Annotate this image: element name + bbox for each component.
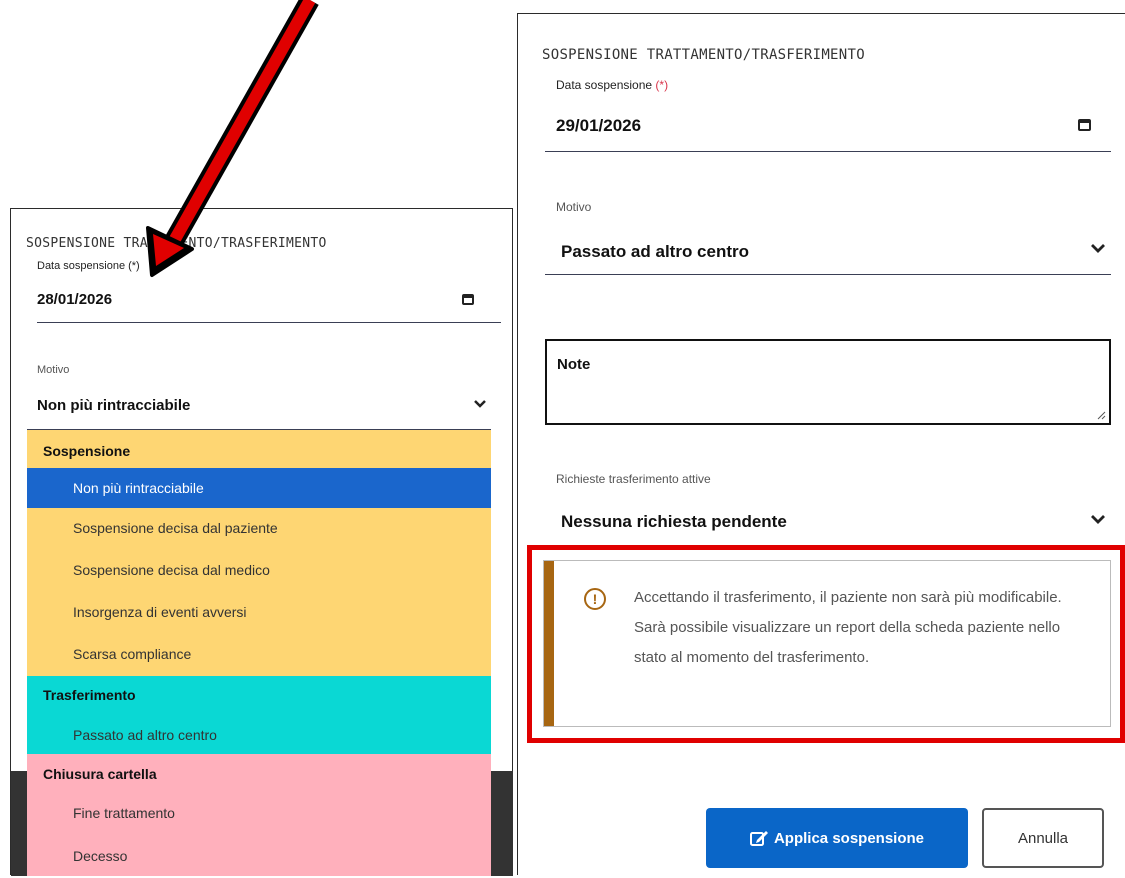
calendar-icon[interactable] [462, 294, 474, 305]
transfer-requests-label: Richieste trasferimento attive [556, 472, 711, 486]
option-sospensione-paziente[interactable]: Sospensione decisa dal paziente [27, 508, 491, 549]
modal-backdrop-right [491, 771, 513, 876]
chevron-down-icon[interactable] [473, 399, 487, 409]
reason-select[interactable]: Passato ad altro centro [561, 242, 749, 262]
date-underline [545, 151, 1111, 152]
reason-label: Motivo [37, 364, 70, 376]
group-header-chiusura-cartella: Chiusura cartella [27, 754, 491, 792]
resize-handle-icon[interactable] [1096, 410, 1106, 420]
transfer-requests-select[interactable]: Nessuna richiesta pendente [561, 512, 787, 532]
section-title: SOSPENSIONE TRATTAMENTO/TRASFERIMENTO [542, 47, 865, 63]
reason-label: Motivo [556, 200, 592, 214]
cancel-button[interactable]: Annulla [982, 808, 1104, 868]
apply-suspension-button[interactable]: Applica sospensione [706, 808, 968, 868]
reason-select[interactable]: Non più rintracciabile [37, 397, 190, 414]
calendar-icon[interactable] [1078, 119, 1091, 131]
option-passato-altro-centro[interactable]: Passato ad altro centro [27, 714, 491, 754]
date-underline [37, 322, 501, 323]
section-title: SOSPENSIONE TRATTAMENTO/TRASFERIMENTO [26, 236, 327, 251]
modal-backdrop-left [11, 771, 27, 876]
date-label: Data sospensione (*) [37, 260, 140, 272]
left-suspension-form: SOSPENSIONE TRATTAMENTO/TRASFERIMENTO Da… [10, 208, 513, 876]
option-fine-trattamento[interactable]: Fine trattamento [27, 792, 491, 834]
option-non-piu-rintracciabile[interactable]: Non più rintracciabile [27, 468, 491, 508]
chevron-down-icon[interactable] [1090, 243, 1106, 254]
notes-textarea[interactable]: Note [545, 339, 1111, 425]
date-input[interactable]: 28/01/2026 [37, 291, 112, 308]
notes-label: Note [557, 356, 591, 373]
date-input[interactable]: 29/01/2026 [556, 116, 641, 136]
group-header-sospensione: Sospensione [27, 430, 491, 468]
apply-suspension-label: Applica sospensione [773, 829, 925, 847]
reason-underline [545, 274, 1111, 275]
option-sospensione-medico[interactable]: Sospensione decisa dal medico [27, 549, 491, 591]
group-header-trasferimento: Trasferimento [27, 676, 491, 714]
annotation-highlight-box [527, 545, 1125, 743]
edit-icon [749, 831, 768, 846]
option-eventi-avversi[interactable]: Insorgenza di eventi avversi [27, 591, 491, 633]
date-label: Data sospensione (*) [556, 78, 669, 92]
chevron-down-icon[interactable] [1090, 514, 1106, 525]
option-scarsa-compliance[interactable]: Scarsa compliance [27, 633, 491, 676]
option-decesso[interactable]: Decesso [27, 834, 491, 876]
required-mark: (*) [655, 78, 669, 92]
right-suspension-form: SOSPENSIONE TRATTAMENTO/TRASFERIMENTO Da… [517, 13, 1125, 875]
